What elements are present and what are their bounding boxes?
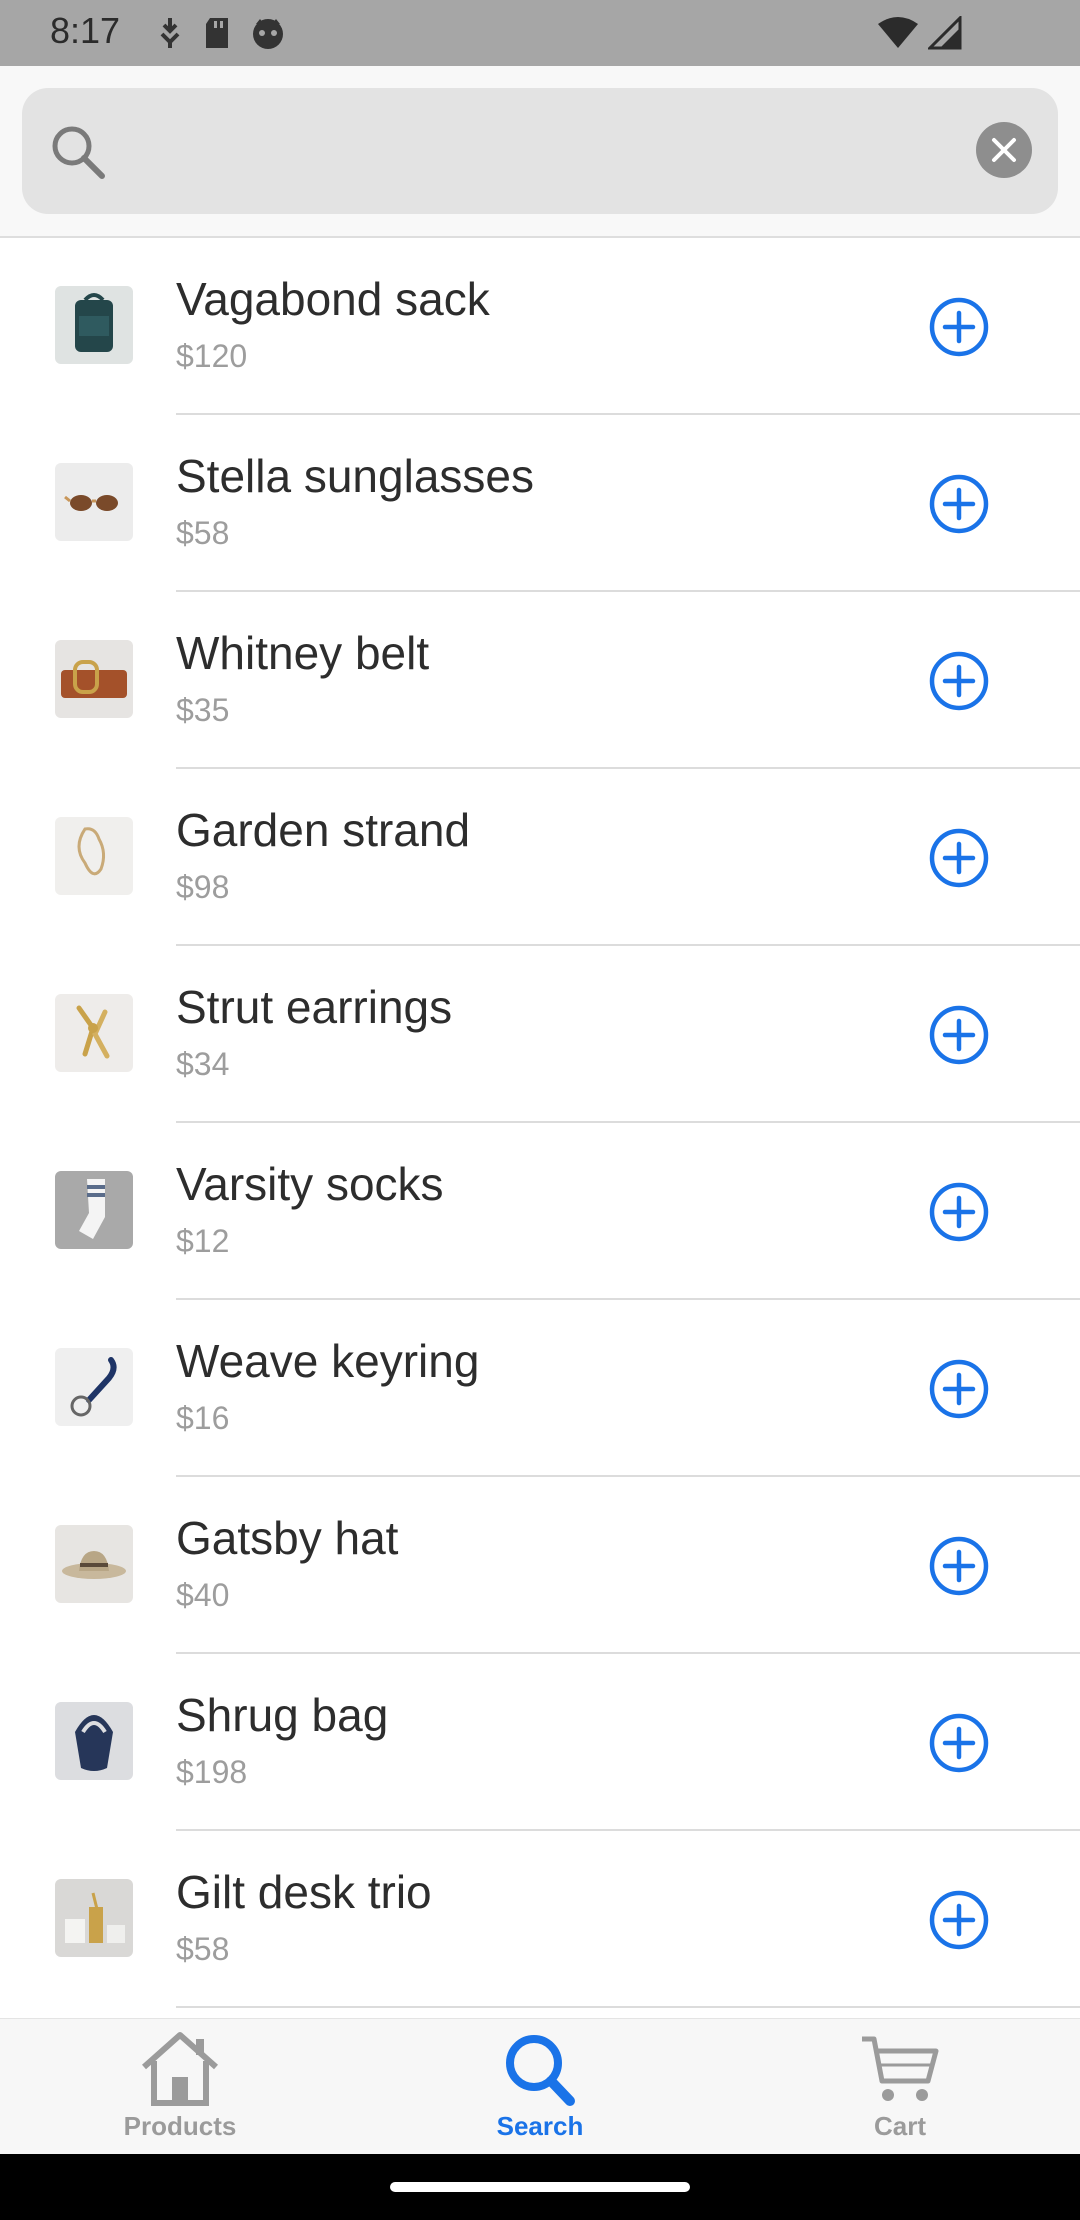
nav-label-search: Search (496, 2111, 584, 2141)
list-item[interactable]: Gilt desk trio $58 (0, 1831, 1080, 2008)
add-to-cart-icon[interactable] (928, 473, 990, 535)
product-price: $198 (176, 1754, 248, 1790)
close-icon (992, 138, 1016, 162)
nav-item-search[interactable]: Search (360, 2019, 720, 2155)
product-price: $58 (176, 1931, 230, 1967)
product-price: $16 (176, 1400, 230, 1436)
product-price: $35 (176, 692, 230, 728)
search-icon (52, 126, 105, 179)
wifi-icon (878, 17, 918, 48)
product-name: Stella sunglasses (176, 450, 534, 502)
product-price: $58 (176, 515, 230, 551)
socks-image (55, 1171, 133, 1249)
product-price: $120 (176, 338, 248, 374)
product-list[interactable]: Vagabond sack $120 Stella sunglasses $58 (0, 238, 1080, 2018)
product-name: Whitney belt (176, 627, 430, 679)
bag-image (55, 1702, 133, 1780)
home-icon (142, 2032, 218, 2106)
list-item[interactable]: Strut earrings $34 (0, 946, 1080, 1123)
product-price: $34 (176, 1046, 230, 1082)
earrings-image (55, 994, 133, 1072)
status-system-icons (878, 16, 962, 50)
status-notification-icons (156, 16, 286, 50)
search-bar-container (0, 66, 1080, 238)
product-name: Strut earrings (176, 981, 453, 1033)
status-time: 8:17 (50, 10, 121, 51)
add-to-cart-icon[interactable] (928, 1004, 990, 1066)
product-name: Garden strand (176, 804, 471, 856)
list-item[interactable]: Garden strand $98 (0, 769, 1080, 946)
sd-card-icon (206, 18, 228, 48)
product-name: Vagabond sack (176, 273, 490, 325)
backpack-image (55, 286, 133, 364)
product-name: Gilt desk trio (176, 1866, 432, 1918)
nav-label-cart: Cart (873, 2111, 926, 2141)
add-to-cart-icon[interactable] (928, 650, 990, 712)
add-to-cart-icon[interactable] (928, 1889, 990, 1951)
product-name: Weave keyring (176, 1335, 480, 1387)
add-to-cart-icon[interactable] (928, 1358, 990, 1420)
product-price: $12 (176, 1223, 230, 1259)
add-to-cart-icon[interactable] (928, 1535, 990, 1597)
bottom-navigation: Products Search Cart (0, 2018, 1080, 2155)
necklace-image (55, 817, 133, 895)
cellular-signal-icon (928, 16, 962, 50)
desk-trio-image (55, 1879, 133, 1957)
product-name: Shrug bag (176, 1689, 389, 1741)
search-field[interactable] (22, 88, 1058, 214)
home-gesture-handle[interactable] (390, 2182, 690, 2192)
nav-item-products[interactable]: Products (0, 2019, 360, 2155)
nav-item-cart[interactable]: Cart (720, 2019, 1080, 2155)
system-gesture-bar (0, 2154, 1080, 2220)
add-to-cart-icon[interactable] (928, 827, 990, 889)
list-item[interactable]: Whitney belt $35 (0, 592, 1080, 769)
clear-search-button[interactable] (976, 122, 1032, 178)
divider (176, 2006, 1080, 2008)
list-item[interactable]: Varsity socks $12 (0, 1123, 1080, 1300)
sunglasses-image (55, 463, 133, 541)
search-input[interactable] (122, 118, 956, 186)
nav-label-products: Products (123, 2111, 237, 2141)
add-to-cart-icon[interactable] (928, 1712, 990, 1774)
download-icon (160, 18, 180, 48)
belt-image (55, 640, 133, 718)
search-icon (506, 2035, 575, 2106)
product-name: Varsity socks (176, 1158, 444, 1210)
status-bar: 8:17 (0, 0, 1080, 66)
list-item[interactable]: Gatsby hat $40 (0, 1477, 1080, 1654)
keyring-image (55, 1348, 133, 1426)
hat-image (55, 1525, 133, 1603)
product-price: $40 (176, 1577, 230, 1613)
product-price: $98 (176, 869, 230, 905)
add-to-cart-icon[interactable] (928, 296, 990, 358)
app-notification-icon (253, 19, 283, 49)
list-item[interactable]: Shrug bag $198 (0, 1654, 1080, 1831)
cart-icon (862, 2036, 939, 2101)
list-item[interactable]: Vagabond sack $120 (0, 238, 1080, 415)
list-item[interactable]: Weave keyring $16 (0, 1300, 1080, 1477)
product-name: Gatsby hat (176, 1512, 399, 1564)
list-item[interactable]: Stella sunglasses $58 (0, 415, 1080, 592)
add-to-cart-icon[interactable] (928, 1181, 990, 1243)
